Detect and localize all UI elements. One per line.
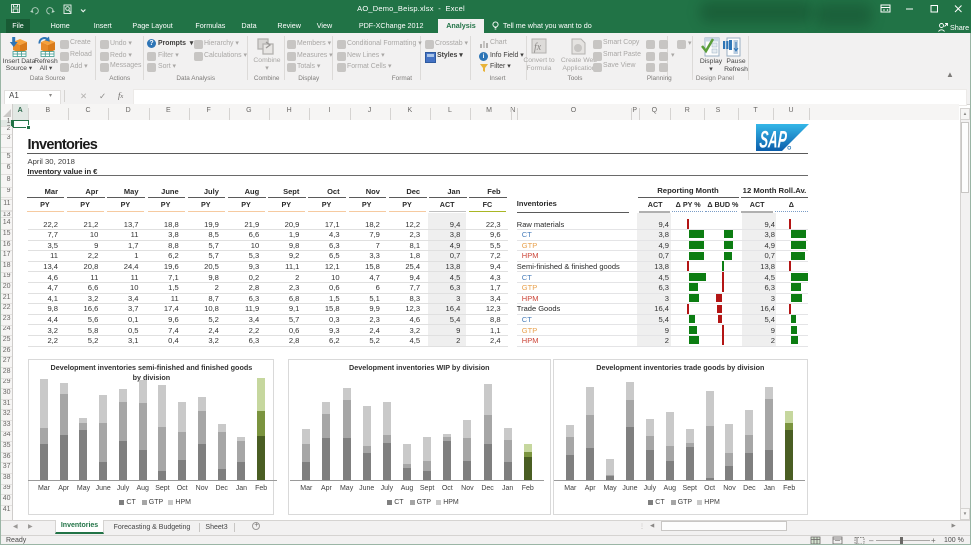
svg-text:SAP: SAP	[758, 127, 787, 152]
svg-text:fx: fx	[534, 42, 542, 53]
